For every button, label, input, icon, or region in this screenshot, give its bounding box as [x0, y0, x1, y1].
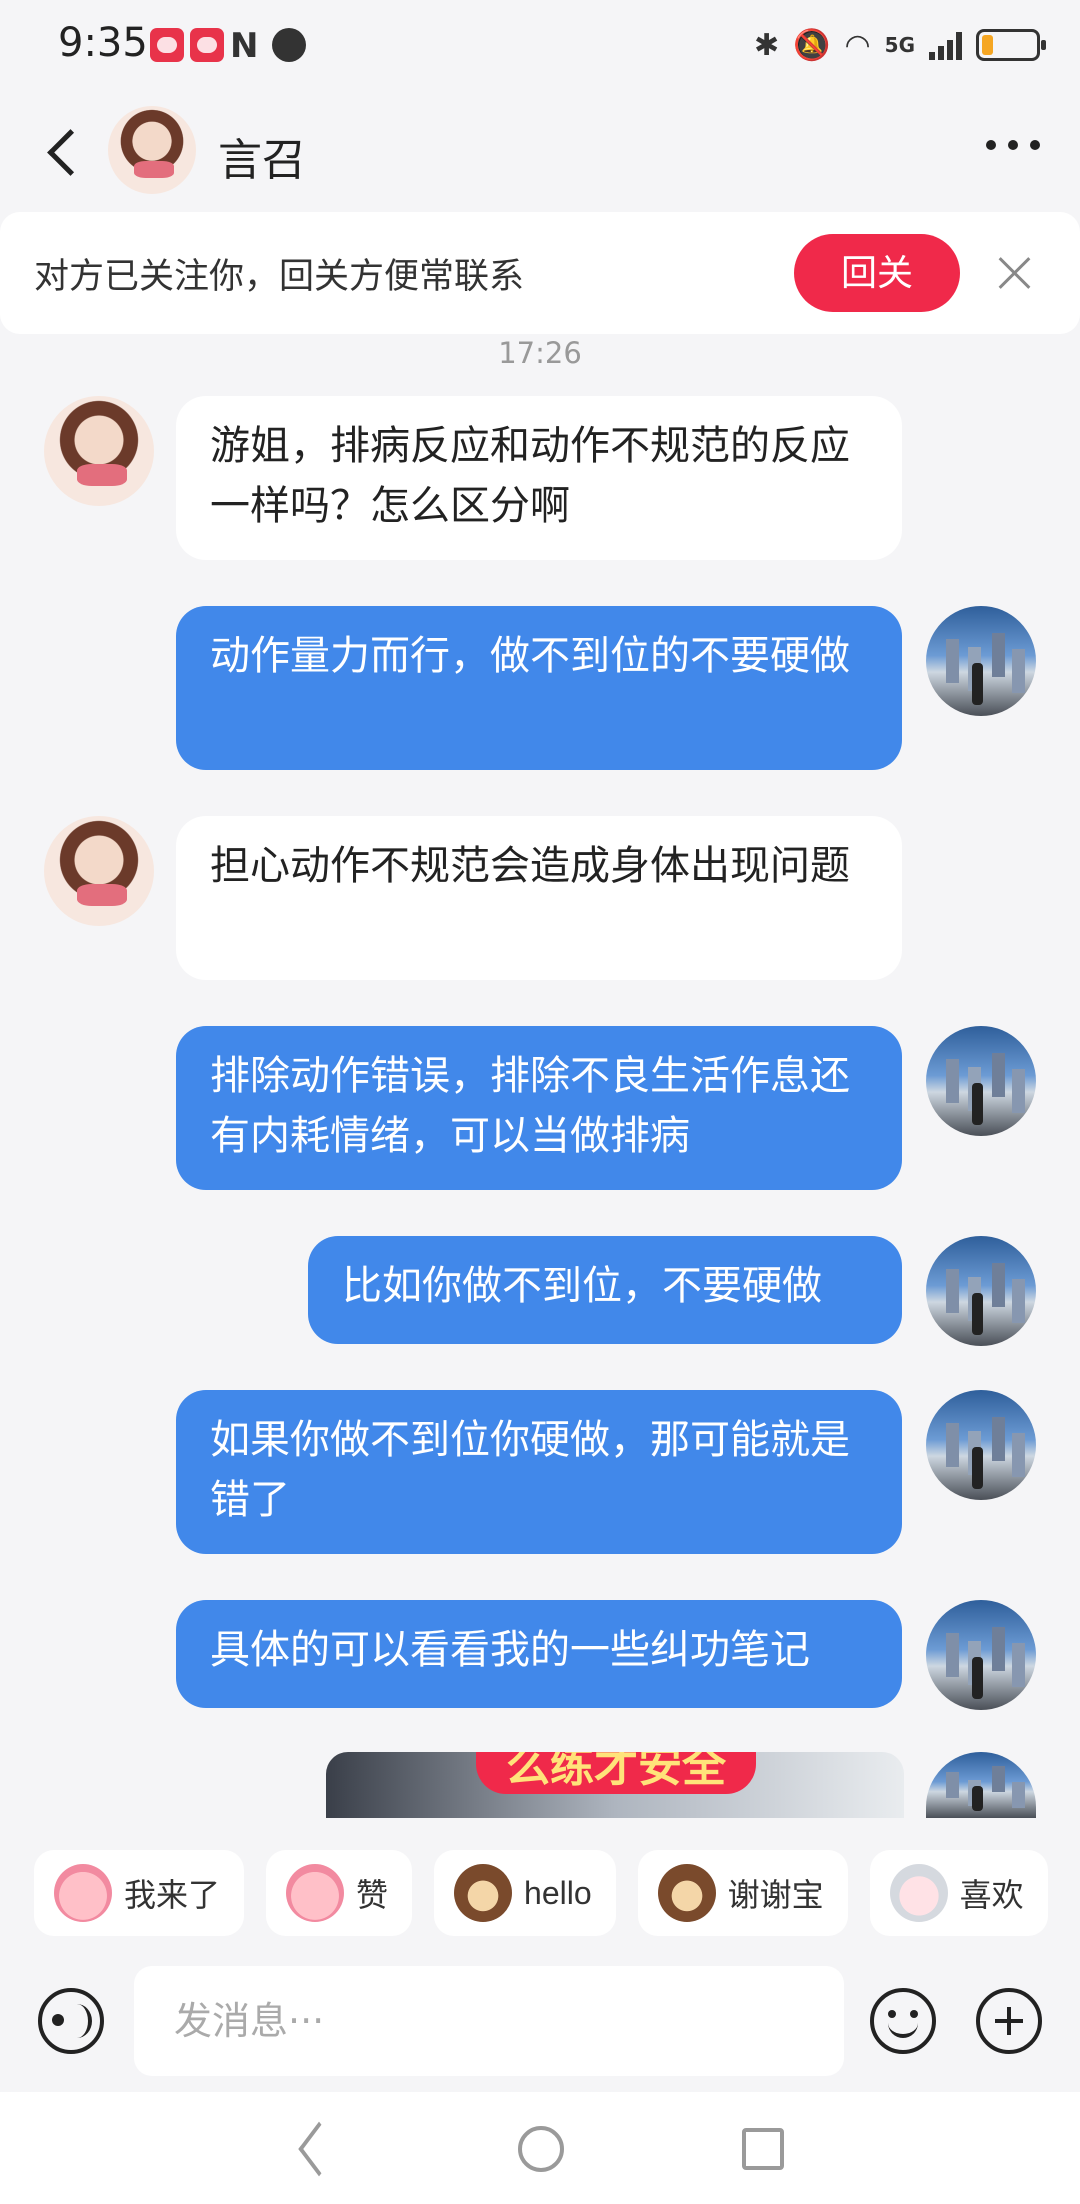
sticker-label: 我来了	[124, 1877, 221, 1913]
my-avatar[interactable]	[926, 1026, 1036, 1136]
signal-icon	[929, 30, 962, 60]
sticker-chip[interactable]: 我来了	[34, 1850, 245, 1936]
message-bubble-sent[interactable]: 排除动作错误，排除不良生活作息还有内耗情绪，可以当做排病	[176, 1026, 902, 1190]
bluetooth-icon: ✱	[753, 27, 780, 63]
sticker-chip[interactable]: 赞	[266, 1850, 413, 1936]
chevron-left-icon[interactable]	[40, 122, 84, 182]
my-avatar[interactable]	[926, 1752, 1036, 1818]
sheep-sticker-icon	[889, 1864, 948, 1922]
message-bubble-sent[interactable]: 动作量力而行，做不到位的不要硬做	[176, 606, 902, 770]
contact-avatar[interactable]	[44, 816, 154, 926]
monkey-sticker-icon	[454, 1864, 513, 1922]
status-bar: 9:35 N ✱ 🔕 ◠ 5G	[0, 0, 1080, 92]
nav-recents-icon[interactable]	[742, 2128, 784, 2170]
my-avatar[interactable]	[926, 1236, 1036, 1346]
contact-name[interactable]: 言召	[218, 124, 306, 188]
quick-sticker-bar: 我来了 赞 hello 谢谢宝 喜欢	[34, 1850, 1048, 1936]
message-input[interactable]	[134, 1966, 844, 2076]
my-avatar[interactable]	[926, 1390, 1036, 1500]
battery-level	[982, 35, 994, 55]
battery-icon	[976, 29, 1046, 61]
message-bubble-sent[interactable]: 具体的可以看看我的一些纠功笔记	[176, 1600, 902, 1708]
sticker-label: 喜欢	[959, 1877, 1024, 1913]
image-message-caption: 么练才安全	[476, 1752, 756, 1794]
message-bubble-received[interactable]: 担心动作不规范会造成身体出现问题	[176, 816, 902, 980]
mute-icon: 🔕	[793, 27, 831, 63]
nav-back-icon[interactable]	[290, 2124, 336, 2174]
nfc-icon: N	[230, 26, 259, 66]
sticker-chip[interactable]: 谢谢宝	[637, 1850, 848, 1936]
sticker-label: hello	[524, 1874, 592, 1911]
my-avatar[interactable]	[926, 606, 1036, 716]
network-type: 5G	[884, 33, 915, 57]
status-icons: ✱ 🔕 ◠ 5G	[753, 22, 1046, 68]
app-notification-icon	[150, 28, 184, 62]
follow-back-banner: 对方已关注你，回关方便常联系 回关	[0, 212, 1080, 334]
emoji-icon[interactable]	[870, 1988, 936, 2054]
follow-banner-text: 对方已关注你，回关方便常联系	[34, 257, 525, 297]
close-icon[interactable]	[994, 252, 1036, 294]
app-notification-icon	[190, 28, 224, 62]
wifi-icon: ◠	[844, 27, 871, 63]
chat-header: 言召	[0, 92, 1080, 212]
follow-back-button[interactable]: 回关	[794, 234, 960, 312]
message-bubble-sent[interactable]: 比如你做不到位，不要硬做	[308, 1236, 902, 1344]
pig-sticker-icon	[286, 1864, 345, 1922]
sticker-label: 谢谢宝	[727, 1877, 824, 1913]
more-horizontal-icon[interactable]	[986, 140, 1040, 150]
my-avatar[interactable]	[926, 1600, 1036, 1710]
monkey-sticker-icon	[657, 1864, 716, 1922]
system-nav-bar	[0, 2092, 1080, 2204]
sticker-label: 赞	[356, 1877, 389, 1913]
contact-avatar[interactable]	[108, 106, 196, 194]
message-timestamp: 17:26	[498, 336, 582, 370]
composer-panel: 我来了 赞 hello 谢谢宝 喜欢	[0, 1818, 1080, 2092]
message-bubble-sent[interactable]: 如果你做不到位你硬做，那可能就是错了	[176, 1390, 902, 1554]
contact-avatar[interactable]	[44, 396, 154, 506]
sticker-chip[interactable]: hello	[434, 1850, 616, 1936]
message-bubble-received[interactable]: 游姐，排病反应和动作不规范的反应一样吗？怎么区分啊	[176, 396, 902, 560]
alarm-icon	[272, 28, 306, 62]
pig-sticker-icon	[54, 1864, 112, 1922]
sticker-chip[interactable]: 喜欢	[869, 1850, 1048, 1936]
plus-icon[interactable]	[976, 1988, 1042, 2054]
composer-row	[0, 1966, 1080, 2076]
status-time: 9:35	[58, 20, 148, 66]
voice-input-icon[interactable]	[38, 1988, 104, 2054]
nav-home-icon[interactable]	[518, 2126, 564, 2172]
